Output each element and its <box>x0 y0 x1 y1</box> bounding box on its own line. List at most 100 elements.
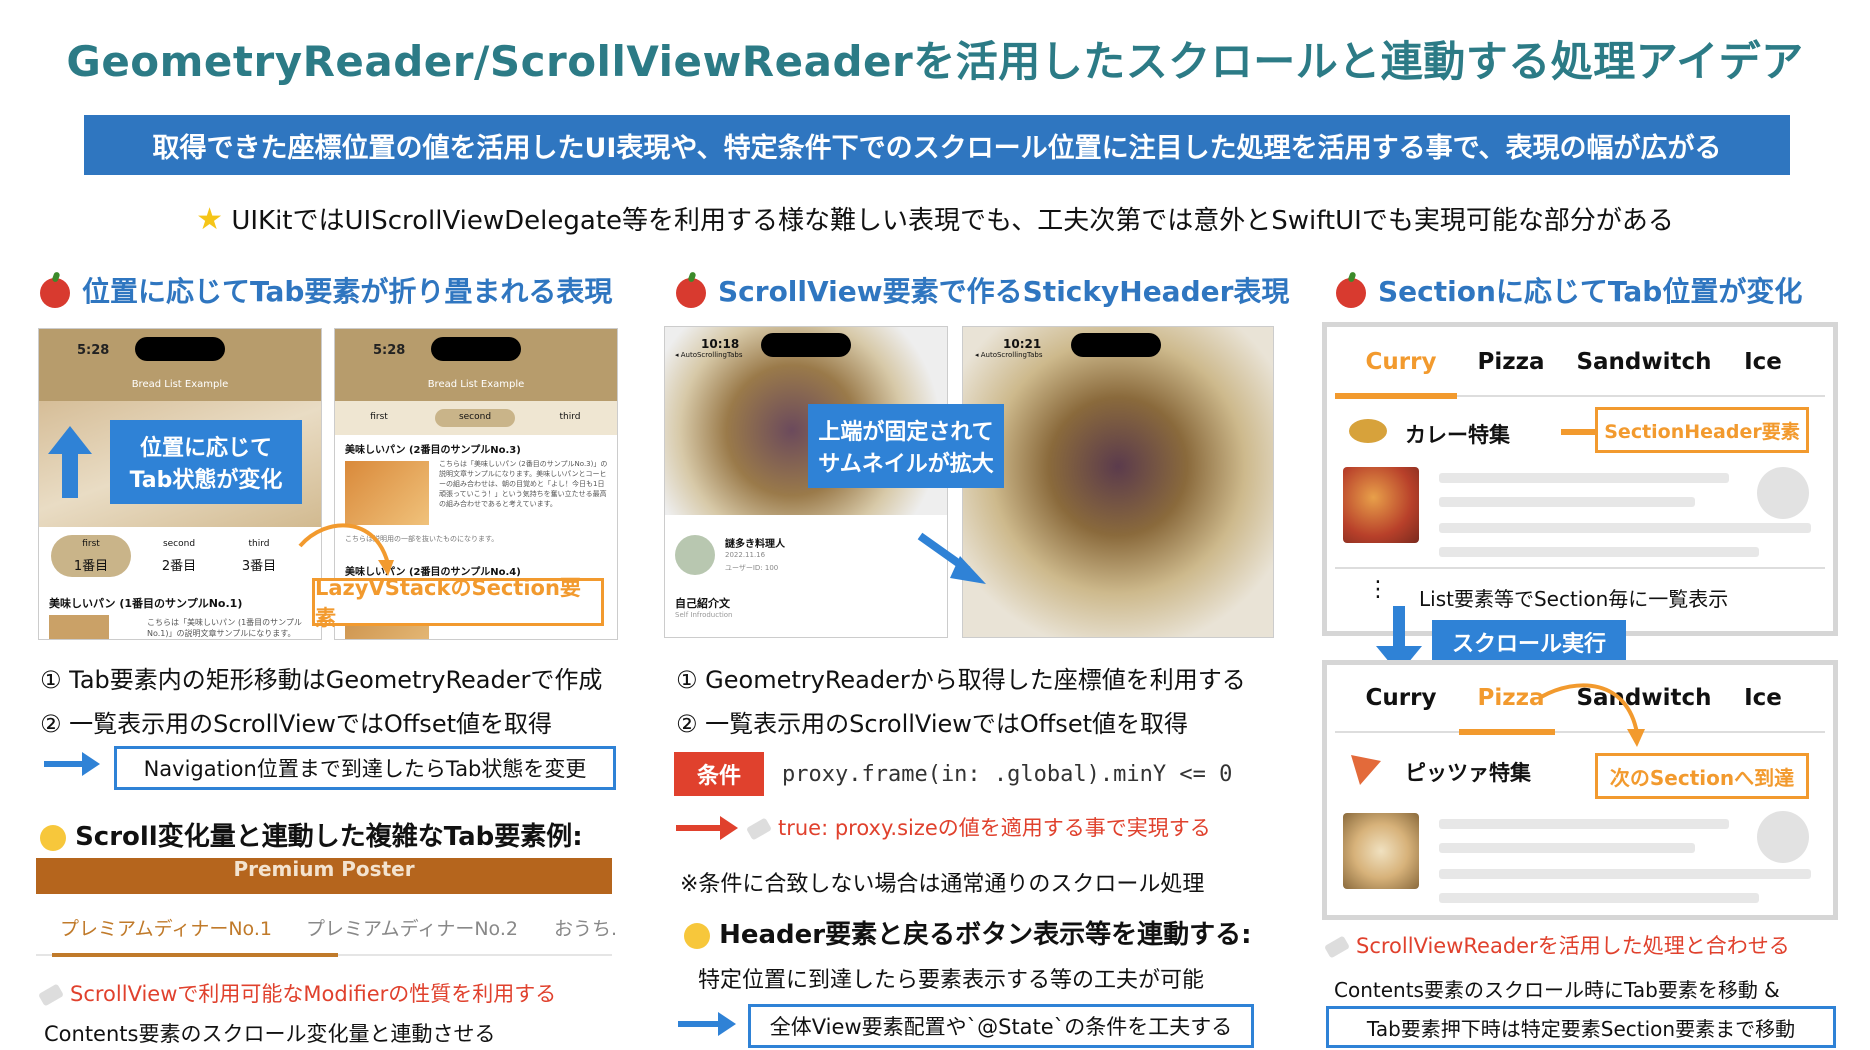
tab-third[interactable]: third <box>540 412 600 422</box>
tab-third-label[interactable]: 3番目 <box>229 555 289 574</box>
tab-panel-pizza: Curry Pizza Sandwitch Ice ピッツァ特集 次のSecti… <box>1322 660 1838 920</box>
avatar <box>675 535 715 575</box>
apple-icon <box>1336 278 1366 308</box>
placeholder-avatar <box>1757 811 1809 863</box>
next-section-label: 次のSectionへ到達 <box>1595 753 1809 799</box>
callout-line-2: Tab状態が変化 <box>129 468 283 493</box>
list-note: List要素等でSection毎に一覧表示 <box>1419 587 1729 611</box>
tab-first[interactable]: first <box>51 539 131 549</box>
pizza-thumb <box>1343 813 1419 889</box>
tab-first-label[interactable]: 1番目 <box>51 555 131 574</box>
list-row-desc: こちらは「美味しいパン (2番目のサンプルNo.3)」の説明文章サンプルになりま… <box>439 460 608 508</box>
tab-sandwitch[interactable]: Sandwitch <box>1571 349 1717 375</box>
phone-notch <box>1071 333 1161 357</box>
status-time: 10:18 <box>701 337 740 351</box>
placeholder-line <box>1439 473 1729 483</box>
poster-tab-2[interactable]: プレミアムディナーNo.2 <box>306 914 518 941</box>
user-name: 謎多き料理人 <box>725 539 785 550</box>
placeholder-line <box>1439 869 1811 879</box>
col1-pin-note-text: ScrollViewで利用可能なModifierの性質を利用する <box>70 982 557 1006</box>
col2-step-1: ① GeometryReaderから取得した座標値を利用する <box>676 666 1246 694</box>
curry-icon <box>1349 419 1387 443</box>
list-row-desc: こちらは「美味しいパン (1番目のサンプルNo.1)」の説明文章サンプルになりま… <box>147 618 302 638</box>
placeholder-line <box>1439 893 1759 903</box>
star-note: ★ UIKitではUIScrollViewDelegate等を利用する様な難しい… <box>0 200 1870 237</box>
col1-step-1: ① Tab要素内の矩形移動はGeometryReaderで作成 <box>40 666 603 694</box>
col1-last-note: Contents要素のスクロール変化量と連動させる <box>44 1022 496 1046</box>
placeholder-line <box>1439 523 1811 533</box>
status-time: 5:28 <box>373 343 406 358</box>
emoji-face-icon <box>684 922 710 949</box>
apple-icon <box>40 278 70 308</box>
scroll-execute-label: スクロール実行 <box>1432 620 1626 664</box>
nav-title: Bread List Example <box>427 379 525 390</box>
poster-tab-1[interactable]: プレミアムディナーNo.1 <box>60 914 272 941</box>
up-arrow-icon <box>48 426 92 498</box>
status-time: 5:28 <box>77 343 110 358</box>
phone-notch <box>431 337 521 361</box>
col2-sub-heading: Header要素と戻るボタン表示等を連動する: <box>684 914 1251 951</box>
user-id: ユーザーID: 100 <box>725 564 779 572</box>
summary-banner: 取得できた座標位置の値を活用したUI表現や、特定条件下でのスクロール位置に注目し… <box>84 115 1790 175</box>
tab-ice[interactable]: Ice <box>1723 349 1803 375</box>
col2-phone-b: 10:21 ◂ AutoScrollingTabs <box>962 326 1274 638</box>
star-note-text: UIKitではUIScrollViewDelegate等を利用する様な難しい表現… <box>231 206 1674 236</box>
tab-panel-curry: Curry Pizza Sandwitch Ice カレー特集 SectionH… <box>1322 322 1838 636</box>
tab-second-label[interactable]: 2番目 <box>149 555 209 574</box>
placeholder-line <box>1439 547 1759 557</box>
callout-line-1: 上端が固定されて <box>818 420 994 445</box>
tab-first[interactable]: first <box>349 412 409 422</box>
user-date: 2022.11.16 <box>725 551 766 559</box>
pizza-section-header: ピッツァ特集 <box>1405 761 1531 785</box>
tab-curry[interactable]: Curry <box>1351 685 1451 711</box>
right-arrow-icon <box>676 816 738 840</box>
more-dots: ⋮ <box>1367 577 1389 602</box>
col3-pin-note: ScrollViewReaderを活用した処理と合わせる <box>1323 930 1790 960</box>
star-icon: ★ <box>196 202 224 237</box>
back-button[interactable]: ◂ AutoScrollingTabs <box>675 351 743 359</box>
diagonal-arrow-icon <box>917 532 986 584</box>
pin-icon <box>37 983 65 1007</box>
col3-heading: Sectionに応じてTab位置が変化 <box>1336 270 1802 310</box>
tab-curry[interactable]: Curry <box>1351 349 1451 375</box>
tab-ice[interactable]: Ice <box>1723 685 1803 711</box>
col1-heading: 位置に応じてTab要素が折り畳まれる表現 <box>40 270 612 310</box>
col1-heading-text: 位置に応じてTab要素が折り畳まれる表現 <box>82 275 613 308</box>
back-button[interactable]: ◂ AutoScrollingTabs <box>975 351 1043 359</box>
col2-result-text: true: proxy.sizeの値を適用する事で実現する <box>778 816 1211 840</box>
emoji-face-icon <box>40 824 66 851</box>
tab-third[interactable]: third <box>229 539 289 549</box>
tab-second[interactable]: second <box>445 412 505 422</box>
col2-heading: ScrollView要素で作るStickyHeader表現 <box>676 270 1289 310</box>
callout-sticky: 上端が固定されて サムネイルが拡大 <box>808 404 1004 488</box>
condition-code: proxy.frame(in: .global).minY <= 0 <box>782 762 1233 787</box>
condition-badge: 条件 <box>674 752 764 796</box>
section-header-label: SectionHeader要素 <box>1595 407 1809 453</box>
col2-sub-heading-text: Header要素と戻るボタン表示等を連動する: <box>719 920 1252 950</box>
poster-title-bar: Premium Poster <box>36 858 612 894</box>
tab-pizza[interactable]: Pizza <box>1461 349 1561 375</box>
status-time: 10:21 <box>1003 337 1042 351</box>
placeholder-avatar <box>1757 467 1809 519</box>
curry-thumb <box>1343 467 1419 543</box>
tab-second[interactable]: second <box>149 539 209 549</box>
phone-notch <box>135 337 225 361</box>
col1-sub-heading-text: Scroll変化量と連動した複雑なTab要素例: <box>75 822 583 852</box>
col3-note: Contents要素のスクロール時にTab要素を移動 & <box>1334 978 1780 1002</box>
col1-sub-heading: Scroll変化量と連動した複雑なTab要素例: <box>40 816 583 853</box>
list-row-title: 美味しいパン (1番目のサンプルNo.1) <box>49 597 243 610</box>
col2-result: true: proxy.sizeの値を適用する事で実現する <box>745 812 1211 842</box>
callout-line-1: 位置に応じて <box>139 436 272 461</box>
callout-tab-change: 位置に応じて Tab状態が変化 <box>110 420 302 504</box>
poster-tab-3[interactable]: おうち. <box>554 914 617 941</box>
row-divider <box>1335 567 1825 569</box>
col2-step-2: ② 一覧表示用のScrollViewではOffset値を取得 <box>676 710 1188 738</box>
col2-boxed-note: 全体View要素配置や`@State`の条件を工夫する <box>748 1004 1254 1048</box>
col3-pin-note-text: ScrollViewReaderを活用した処理と合わせる <box>1356 934 1790 958</box>
list-row-title: 美味しいパン (2番目のサンプルNo.3) <box>345 445 521 456</box>
curry-section-header: カレー特集 <box>1405 423 1510 447</box>
section-subtitle: Self Infroduction <box>675 611 733 619</box>
col1-step-2: ② 一覧表示用のScrollViewではOffset値を取得 <box>40 710 552 738</box>
nav-title: Bread List Example <box>131 379 229 390</box>
pin-icon <box>745 817 773 841</box>
